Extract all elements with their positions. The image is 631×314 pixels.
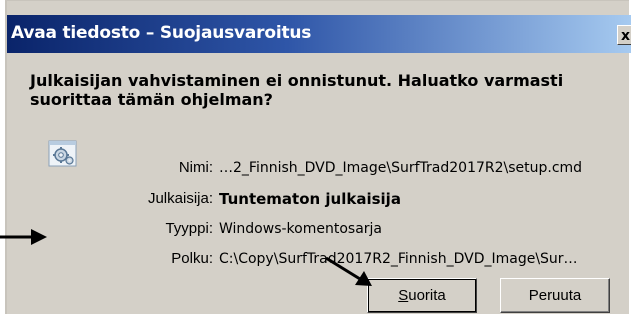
name-label: Nimi:	[178, 159, 213, 176]
run-button-label: uorita	[408, 287, 446, 304]
path-label: Polku:	[171, 250, 213, 267]
type-label: Tyyppi:	[165, 220, 213, 237]
publisher-label: Julkaisija:	[147, 190, 213, 207]
run-button-accel: S	[398, 287, 409, 304]
path-value: C:\Copy\SurfTrad2017R2_Finnish_DVD_Image…	[219, 251, 578, 267]
close-icon: x	[621, 28, 631, 44]
warning-message-line1: Julkaisijan vahvistaminen ei onnistunut.…	[30, 71, 564, 90]
screen: Avaa tiedosto – Suojausvaroitus x Julkai…	[0, 0, 631, 314]
gear-application-icon	[48, 140, 77, 167]
type-value: Windows-komentosarja	[219, 221, 382, 237]
name-value: …2_Finnish_DVD_Image\SurfTrad2017R2\setu…	[219, 160, 583, 176]
title-bar[interactable]: Avaa tiedosto – Suojausvaroitus x	[7, 15, 631, 53]
publisher-value: Tuntematon julkaisija	[219, 190, 401, 208]
warning-message: Julkaisijan vahvistaminen ei onnistunut.…	[30, 71, 610, 109]
cancel-button[interactable]: Peruuta	[500, 278, 610, 313]
run-button[interactable]: Suorita	[367, 278, 477, 313]
warning-message-line2: suorittaa tämän ohjelman?	[30, 90, 273, 109]
close-button[interactable]: x	[617, 25, 631, 45]
cancel-button-label: Peruuta	[528, 287, 582, 304]
dialog-title: Avaa tiedosto – Suojausvaroitus	[11, 23, 312, 43]
